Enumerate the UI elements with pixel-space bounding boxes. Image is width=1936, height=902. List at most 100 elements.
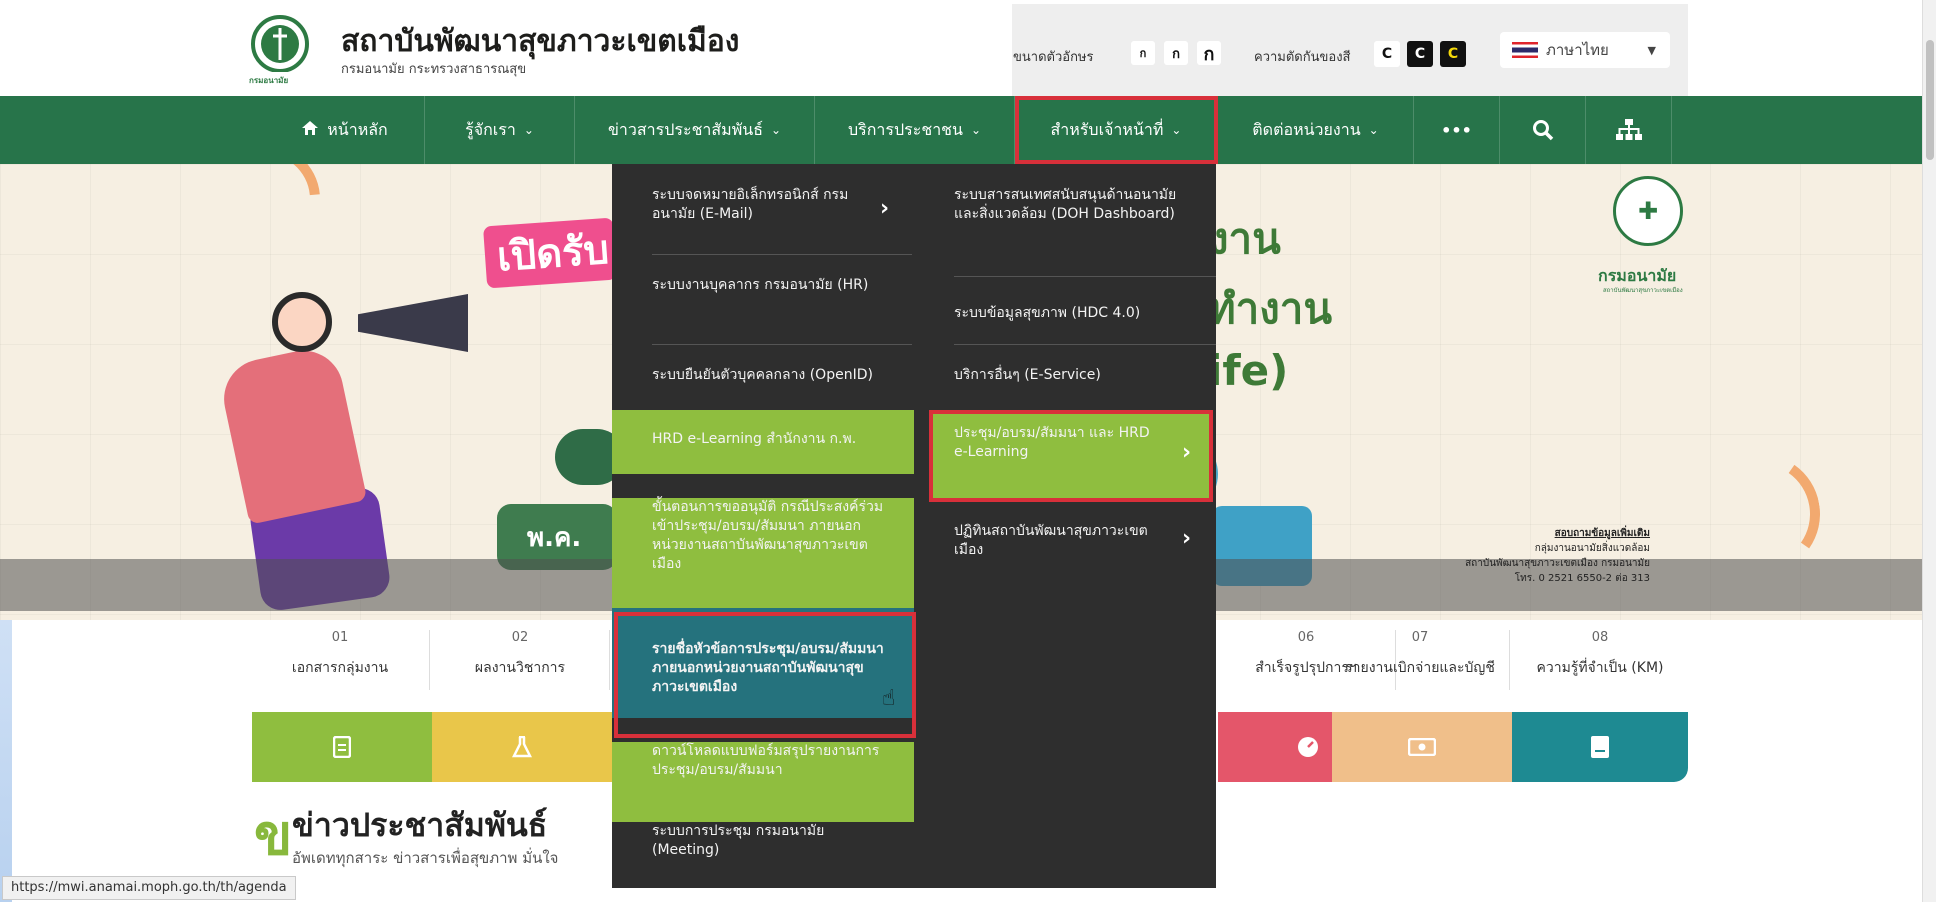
menu-item-doh-dashboard[interactable]: ระบบสารสนเทศสนับสนุนด้านอนามัยและสิ่งแวด… bbox=[954, 186, 1184, 224]
nav-news[interactable]: ข่าวสารประชาสัมพันธ์ ⌄ bbox=[575, 96, 815, 164]
home-icon bbox=[301, 120, 319, 140]
nav-home-label: หน้าหลัก bbox=[327, 119, 388, 139]
nav-contact[interactable]: ติดต่อหน่วยงาน ⌄ bbox=[1218, 96, 1414, 164]
quick-link-number: 02 bbox=[511, 630, 529, 645]
page-scrollbar[interactable] bbox=[1922, 0, 1936, 902]
contrast-dark-button[interactable]: C bbox=[1407, 41, 1433, 67]
chevron-right-icon: › bbox=[880, 196, 890, 221]
chevron-down-icon: ⌄ bbox=[970, 123, 982, 137]
contact-line: สถาบันพัฒนาสุขภาวะเขตเมือง กรมอนามัย bbox=[1465, 558, 1650, 569]
nav-home[interactable]: หน้าหลัก bbox=[265, 96, 425, 164]
logo-caption: กรมอนามัย bbox=[249, 76, 289, 85]
font-size-label: ขนาดตัวอักษร bbox=[1013, 50, 1094, 65]
chevron-down-icon: ⌄ bbox=[1368, 123, 1379, 137]
main-navigation: หน้าหลัก รู้จักเรา ⌄ ข่าวสารประชาสัมพันธ… bbox=[0, 96, 1922, 164]
nav-sitemap[interactable] bbox=[1586, 96, 1672, 164]
menu-item-hdc[interactable]: ระบบข้อมูลสุขภาพ (HDC 4.0) bbox=[954, 304, 1184, 323]
tile-finance[interactable] bbox=[1332, 712, 1512, 782]
more-icon: ••• bbox=[1441, 120, 1472, 140]
quick-link-label: รายงานเบิกจ่ายและบัญชี bbox=[1345, 660, 1495, 676]
nav-for-staff[interactable]: สำหรับเจ้าหน้าที่ ⌄ bbox=[1015, 96, 1218, 164]
contrast-normal-button[interactable]: C bbox=[1374, 41, 1400, 67]
hero-title-line3: ife) bbox=[1208, 346, 1289, 395]
news-section-subtitle: อัพเดททุกสาระ ข่าวสารเพื่อสุขภาพ มั่นใจ bbox=[292, 849, 559, 867]
tile-documents[interactable] bbox=[252, 712, 432, 782]
site-header: กรมอนามัย สถาบันพัฒนาสุขภาวะเขตเมือง กรม… bbox=[0, 0, 1922, 96]
staff-dropdown-menu: ระบบจดหมายอิเล็กทรอนิกส์ กรมอนามัย (E-Ma… bbox=[612, 164, 1216, 888]
nav-news-label: ข่าวสารประชาสัมพันธ์ bbox=[607, 119, 763, 139]
nav-contact-label: ติดต่อหน่วยงาน bbox=[1252, 119, 1361, 139]
menu-item-hrd-elearning[interactable]: HRD e-Learning สำนักงาน ก.พ. bbox=[612, 410, 914, 474]
quick-link-item[interactable]: 08 ความรู้ที่จำเป็น (KM) bbox=[1510, 620, 1690, 712]
contrast-label: ความตัดกันของสี bbox=[1254, 50, 1351, 65]
tile-research[interactable] bbox=[432, 712, 612, 782]
news-mark: ข bbox=[254, 803, 293, 868]
hero-dept-sub: สถาบันพัฒนาสุขภาวะเขตเมือง bbox=[1603, 287, 1683, 294]
divider bbox=[652, 344, 912, 345]
hero-title-line1: งาน bbox=[1208, 214, 1281, 263]
thai-flag-icon bbox=[1512, 42, 1538, 58]
chevron-right-icon: › bbox=[1182, 440, 1192, 465]
menu-item-openid[interactable]: ระบบยืนยันตัวบุคคลกลาง (OpenID) bbox=[652, 366, 882, 385]
chevron-down-icon: ⌄ bbox=[523, 123, 534, 137]
hero-contact: สอบถามข้อมูลเพิ่มเติม กลุ่มงานอนามัยสิ่ง… bbox=[1440, 526, 1650, 586]
divider bbox=[609, 630, 610, 690]
quick-link-label: เอกสารกลุ่มงาน bbox=[291, 660, 389, 676]
menu-item-eservice[interactable]: บริการอื่นๆ (E-Service) bbox=[954, 366, 1184, 385]
nav-search[interactable] bbox=[1500, 96, 1586, 164]
tile-knowledge[interactable] bbox=[1512, 712, 1688, 782]
divider bbox=[954, 344, 1216, 345]
font-medium-button[interactable]: ก bbox=[1164, 41, 1188, 65]
quick-link-item[interactable]: 01 เอกสารกลุ่มงาน bbox=[250, 620, 430, 712]
contact-line: สอบถามข้อมูลเพิ่มเติม bbox=[1554, 528, 1650, 539]
hand-cursor-icon: ☝ bbox=[882, 686, 896, 711]
book-icon bbox=[1591, 736, 1609, 758]
left-edge-decoration bbox=[0, 620, 12, 902]
language-label: ภาษาไทย bbox=[1546, 41, 1609, 59]
nav-public-services-label: บริการประชาชน bbox=[847, 119, 963, 139]
hero-open-tag: เปิดรับ bbox=[482, 217, 618, 289]
nav-about-label: รู้จักเรา bbox=[465, 119, 516, 139]
menu-item-training-elearning[interactable]: ประชุม/อบรม/สัมมนา และ HRD e-Learning bbox=[930, 410, 1212, 498]
quick-link-item[interactable]: 02 ผลงานวิชาการ bbox=[430, 620, 610, 712]
divider bbox=[954, 276, 1216, 277]
caret-down-icon: ▼ bbox=[1647, 43, 1656, 57]
scrollbar-thumb[interactable] bbox=[1926, 40, 1934, 160]
site-subtitle: กรมอนามัย กระทรวงสาธารณสุข bbox=[341, 62, 527, 77]
nav-about[interactable]: รู้จักเรา ⌄ bbox=[425, 96, 575, 164]
search-icon bbox=[1532, 120, 1553, 141]
language-select[interactable]: ภาษาไทย ▼ bbox=[1500, 32, 1670, 68]
menu-item-hr[interactable]: ระบบงานบุคลากร กรมอนามัย (HR) bbox=[652, 276, 882, 295]
quick-link-number: 08 bbox=[1591, 630, 1609, 645]
menu-item-calendar[interactable]: ปฏิทินสถาบันพัฒนาสุขภาวะเขตเมือง bbox=[954, 522, 1164, 560]
divider bbox=[652, 254, 912, 255]
contrast-yellow-button[interactable]: C bbox=[1440, 41, 1466, 67]
hero-title-line2: ทำงาน bbox=[1208, 284, 1333, 333]
menu-item-agenda[interactable]: รายชื่อหัวข้อการประชุม/อบรม/สัมมนา ภายนอ… bbox=[612, 608, 914, 718]
link-status-bar: https://mwi.anamai.moph.go.th/th/agenda bbox=[2, 876, 296, 900]
quick-link-label: ความรู้ที่จำเป็น (KM) bbox=[1536, 660, 1664, 676]
quick-link-label: ผลงานวิชาการ bbox=[474, 660, 566, 676]
contact-line: กลุ่มงานอนามัยสิ่งแวดล้อม bbox=[1534, 543, 1650, 554]
menu-item-approval-steps[interactable]: ขั้นตอนการขออนุมัติ กรณีประสงค์ร่วมเข้าป… bbox=[612, 498, 914, 608]
font-small-button[interactable]: ก bbox=[1131, 41, 1155, 65]
quick-link-item[interactable]: 07 รายงานเบิกจ่ายและบัญชี bbox=[1330, 620, 1510, 712]
menu-item-meeting[interactable]: ระบบการประชุม กรมอนามัย (Meeting) bbox=[652, 822, 882, 860]
flask-icon bbox=[512, 736, 532, 758]
nav-for-staff-label: สำหรับเจ้าหน้าที่ bbox=[1050, 119, 1164, 139]
menu-item-email[interactable]: ระบบจดหมายอิเล็กทรอนิกส์ กรมอนามัย (E-Ma… bbox=[652, 186, 882, 224]
chevron-down-icon: ⌄ bbox=[770, 123, 782, 137]
quick-link-number: 01 bbox=[331, 630, 349, 645]
nav-more[interactable]: ••• bbox=[1414, 96, 1500, 164]
font-large-button[interactable]: ก bbox=[1197, 41, 1221, 65]
quick-link-number: 07 bbox=[1411, 630, 1429, 645]
hero-logo-icon: ✚ bbox=[1613, 176, 1683, 246]
sitemap-icon bbox=[1615, 119, 1642, 140]
nav-public-services[interactable]: บริการประชาชน ⌄ bbox=[815, 96, 1015, 164]
contact-line: โทร. 0 2521 6550-2 ต่อ 313 bbox=[1514, 573, 1650, 584]
chevron-down-icon: ⌄ bbox=[1171, 123, 1182, 137]
chevron-right-icon: › bbox=[1182, 526, 1192, 551]
money-icon bbox=[1408, 738, 1436, 756]
gauge-icon bbox=[1298, 737, 1318, 757]
menu-item-report-form[interactable]: ดาวน์โหลดแบบฟอร์มสรุปรายงานการประชุม/อบร… bbox=[612, 742, 914, 822]
